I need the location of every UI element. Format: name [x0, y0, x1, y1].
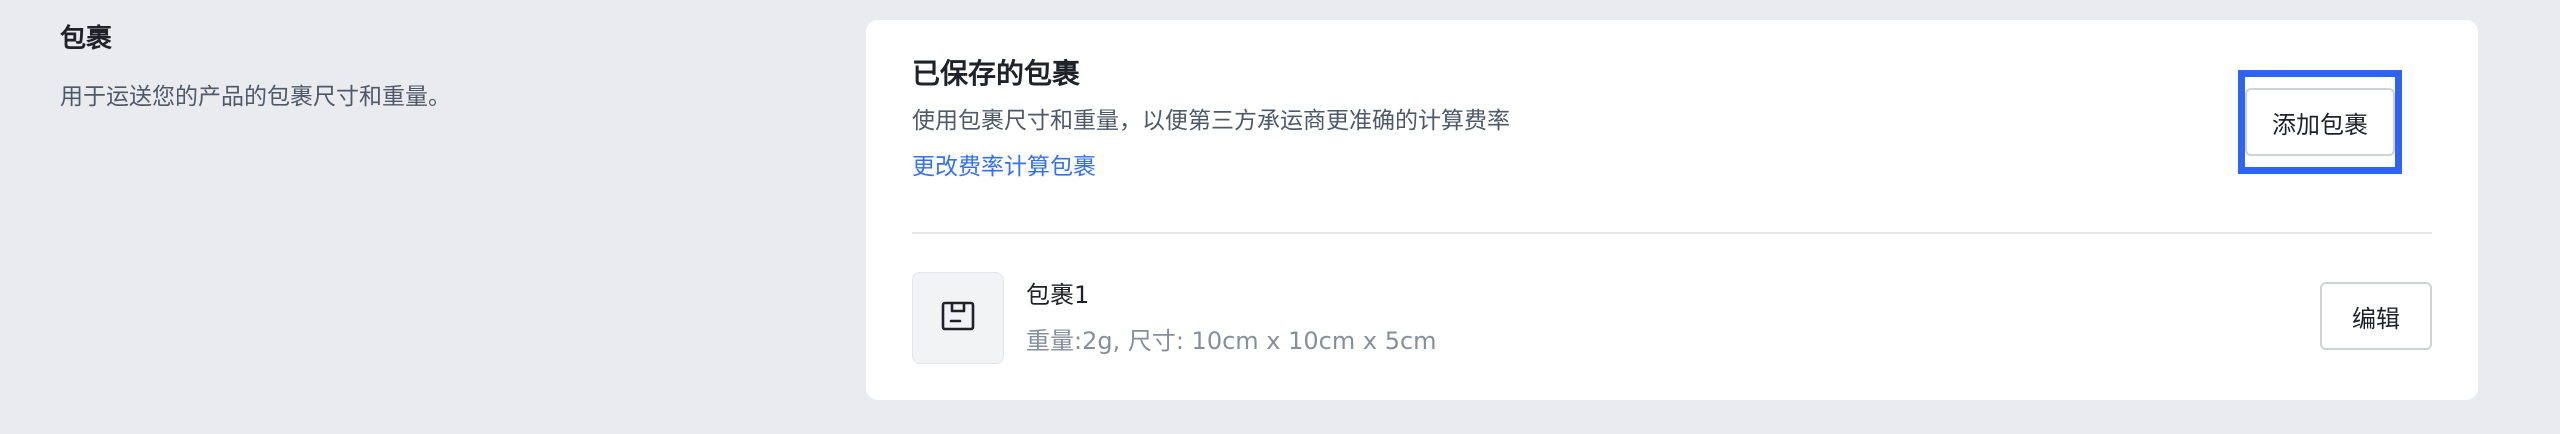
- card-subtitle: 使用包裹尺寸和重量，以便第三方承运商更准确的计算费率: [912, 108, 1510, 134]
- saved-packages-card: 已保存的包裹 使用包裹尺寸和重量，以便第三方承运商更准确的计算费率 更改费率计算…: [866, 20, 2478, 400]
- section-description: 用于运送您的产品的包裹尺寸和重量。: [60, 84, 451, 110]
- section-title: 包裹: [60, 24, 113, 54]
- card-title: 已保存的包裹: [912, 57, 1081, 90]
- edit-package-button[interactable]: 编辑: [2320, 282, 2432, 350]
- package-row: 包裹1 重量:2g, 尺寸: 10cm x 10cm x 5cm 编辑: [912, 272, 2432, 368]
- package-name: 包裹1: [1026, 281, 1090, 309]
- card-header: 已保存的包裹 使用包裹尺寸和重量，以便第三方承运商更准确的计算费率 更改费率计算…: [912, 54, 2292, 184]
- change-rate-package-link[interactable]: 更改费率计算包裹: [912, 150, 1096, 184]
- add-package-highlight: 添加包裹: [2238, 70, 2402, 174]
- package-section-info: 包裹 用于运送您的产品的包裹尺寸和重量。: [60, 18, 780, 114]
- package-icon-box: [912, 272, 1004, 364]
- package-meta: 重量:2g, 尺寸: 10cm x 10cm x 5cm: [1026, 327, 1437, 355]
- package-box-icon: [938, 296, 978, 340]
- card-divider: [912, 232, 2432, 234]
- package-info: 包裹1 重量:2g, 尺寸: 10cm x 10cm x 5cm: [1026, 278, 1437, 358]
- add-package-button[interactable]: 添加包裹: [2245, 88, 2395, 156]
